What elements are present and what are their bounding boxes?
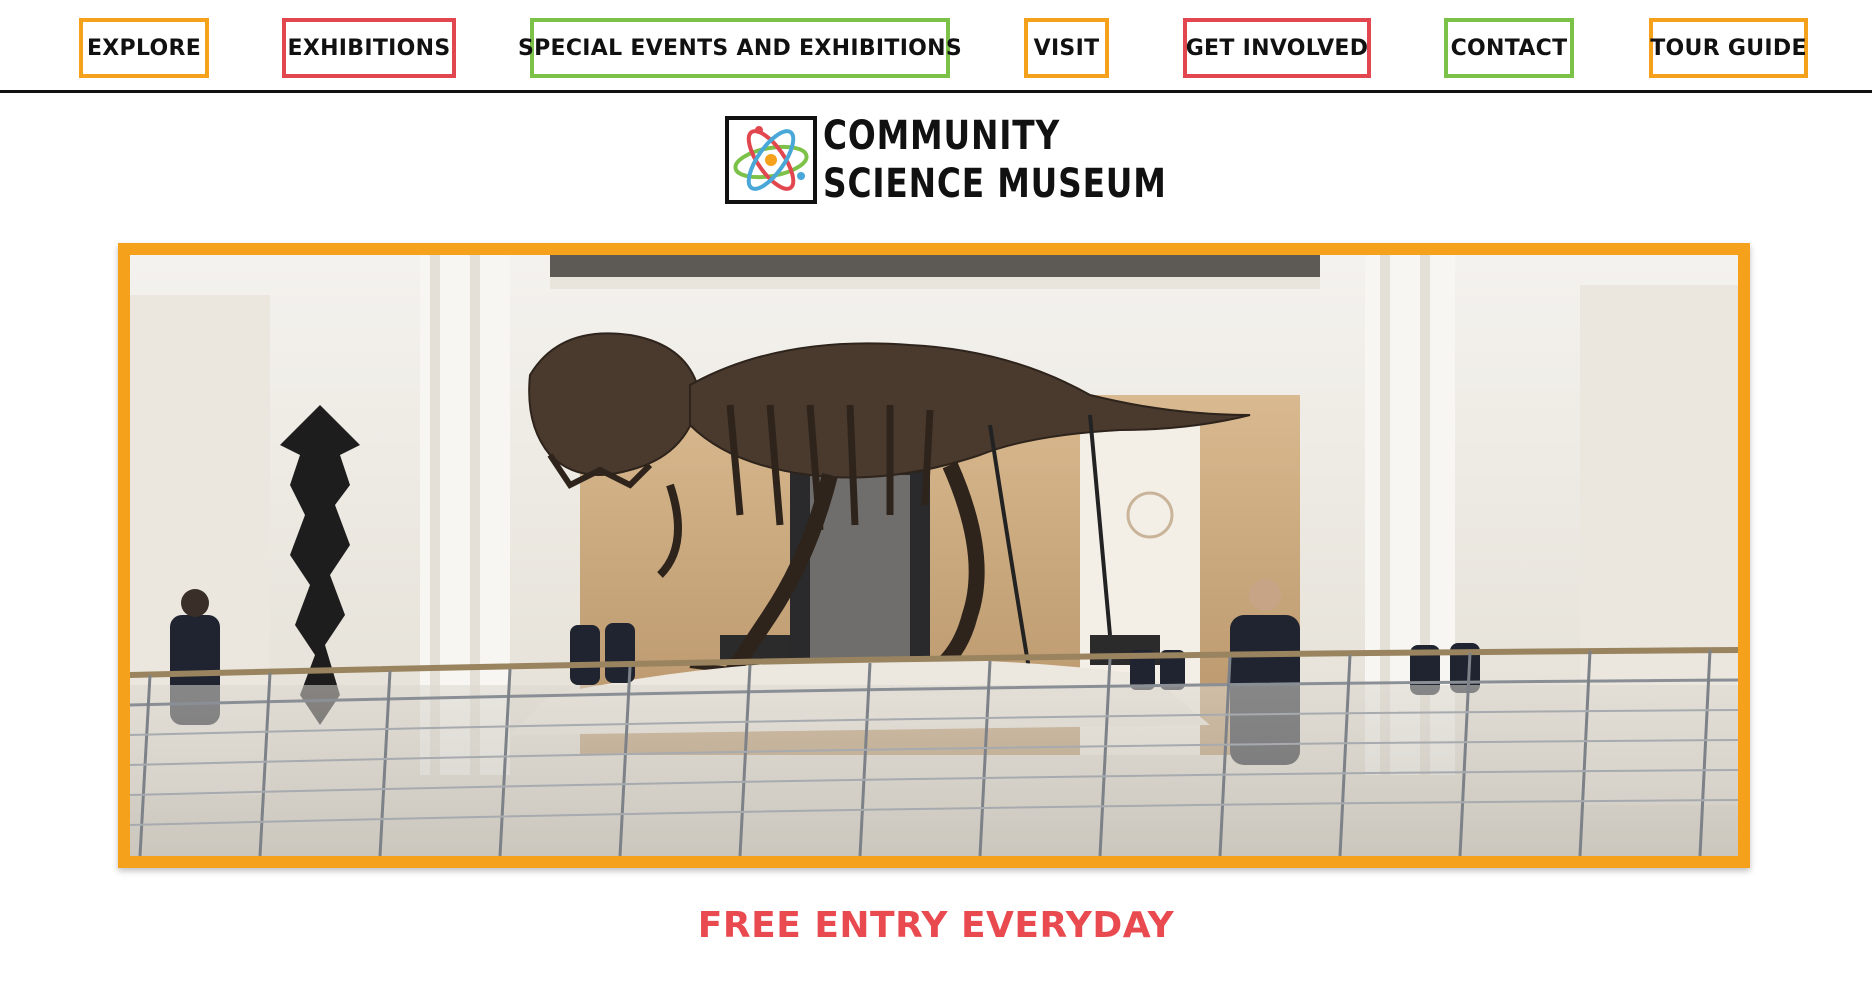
hero-image [118, 243, 1750, 868]
nav-exhibitions[interactable]: EXHIBITIONS [282, 18, 456, 78]
nav-visit[interactable]: VISIT [1024, 18, 1109, 78]
logo-line-1: COMMUNITY [823, 113, 1061, 159]
nav-special-events[interactable]: SPECIAL EVENTS AND EXHIBITIONS [518, 18, 962, 78]
nav-explore[interactable]: EXPLORE [79, 18, 209, 78]
nav-get-involved[interactable]: GET INVOLVED [1183, 18, 1371, 78]
nav-contact[interactable]: CONTACT [1444, 18, 1574, 78]
logo-text: COMMUNITY SCIENCE MUSEUM [823, 112, 1167, 208]
top-navigation: EXPLORE EXHIBITIONS SPECIAL EVENTS AND E… [0, 0, 1872, 93]
logo-line-2: SCIENCE MUSEUM [823, 161, 1167, 207]
site-logo[interactable]: COMMUNITY SCIENCE MUSEUM [725, 112, 1166, 208]
free-entry-tagline: FREE ENTRY EVERYDAY [697, 905, 1175, 946]
dinosaur-museum-photo [130, 255, 1738, 856]
atom-icon [725, 116, 817, 204]
nav-tour-guide[interactable]: TOUR GUIDE [1649, 18, 1808, 78]
